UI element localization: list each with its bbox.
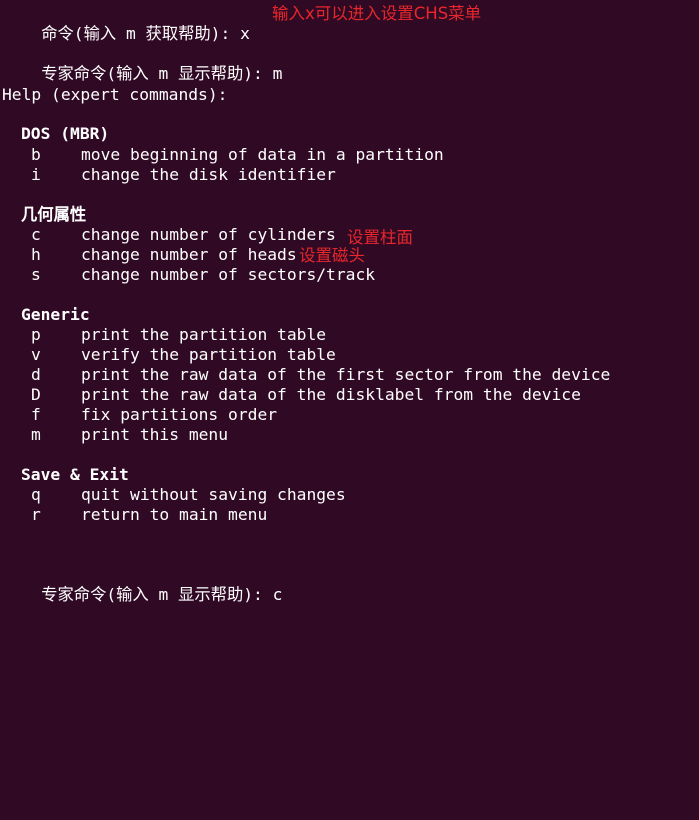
help-item-desc: return to main menu xyxy=(81,505,268,524)
help-item-key: r xyxy=(31,505,41,524)
help-item-desc: print the partition table xyxy=(81,325,327,344)
help-item-key: h xyxy=(31,245,41,264)
help-item-desc: print the raw data of the disklabel from… xyxy=(81,385,581,404)
expert-input: m xyxy=(272,64,283,83)
help-item: q quit without saving changes xyxy=(31,485,346,505)
help-item: d print the raw data of the first sector … xyxy=(31,365,610,385)
help-item-key: f xyxy=(31,405,41,424)
help-item: b move beginning of data in a partition xyxy=(31,145,444,165)
help-item: r return to main menu xyxy=(31,505,267,525)
help-item-desc: change number of sectors/track xyxy=(81,265,376,284)
help-item-key: d xyxy=(31,365,41,384)
help-item-desc: fix partitions order xyxy=(81,405,278,424)
terminal-window[interactable]: 命令(输入 m 获取帮助): x 输入x可以进入设置CHS菜单 专家命令(输入 … xyxy=(0,0,699,604)
annotation-cylinders: 设置柱面 xyxy=(347,228,413,247)
help-item-key: v xyxy=(31,345,41,364)
command-input: x xyxy=(240,24,250,43)
help-item: Dprint the raw data of the disklabel fro… xyxy=(31,385,581,405)
section-title-geometry: 几何属性 xyxy=(21,205,87,224)
help-item-desc: quit without saving changes xyxy=(81,485,346,504)
help-item-key: D xyxy=(31,385,41,404)
help-item-key: c xyxy=(31,225,41,244)
help-item: v verify the partition table xyxy=(31,345,336,365)
help-item-key: b xyxy=(31,145,41,164)
help-item-desc: change the disk identifier xyxy=(81,165,336,184)
help-item: h change number of heads xyxy=(31,245,297,265)
help-item-desc: change number of heads xyxy=(81,245,297,264)
help-item-desc: change number of cylinders xyxy=(81,225,336,244)
expert-input[interactable]: c xyxy=(273,585,283,604)
annotation-chs-menu: 输入x可以进入设置CHS菜单 xyxy=(272,4,482,23)
expert-prompt: 专家命令(输入 m 显示帮助): xyxy=(41,585,273,604)
help-header: Help (expert commands): xyxy=(2,85,228,104)
help-item-key: p xyxy=(31,325,41,344)
help-item-key: s xyxy=(31,265,41,284)
help-item-desc: print this menu xyxy=(81,425,229,444)
expert-prompt-line[interactable]: 专家命令(输入 m 显示帮助): c xyxy=(2,565,282,604)
help-item: i change the disk identifier xyxy=(31,165,336,185)
help-item: p print the partition table xyxy=(31,325,326,345)
help-item-desc: verify the partition table xyxy=(81,345,336,364)
section-title-save-exit: Save & Exit xyxy=(21,465,129,484)
help-item: f fix partitions order xyxy=(31,405,277,425)
annotation-heads: 设置磁头 xyxy=(299,246,365,265)
section-title-dos: DOS (MBR) xyxy=(21,124,110,143)
help-item: c change number of cylinders xyxy=(31,225,336,245)
command-prompt: 命令(输入 m 获取帮助): xyxy=(41,24,241,43)
help-item-desc: print the raw data of the first sector f… xyxy=(81,365,611,384)
command-prompt-line: 命令(输入 m 获取帮助): x xyxy=(2,4,250,43)
help-item-key: q xyxy=(31,485,41,504)
help-item-key: m xyxy=(31,425,41,444)
help-item: m print this menu xyxy=(31,425,228,445)
expert-prompt-line: 专家命令(输入 m 显示帮助): m xyxy=(2,44,282,83)
help-item-key: i xyxy=(31,165,41,184)
help-item: s change number of sectors/track xyxy=(31,265,375,285)
expert-prompt: 专家命令(输入 m 显示帮助): xyxy=(41,64,273,83)
help-item-desc: move beginning of data in a partition xyxy=(81,145,444,164)
section-title-generic: Generic xyxy=(21,305,90,324)
